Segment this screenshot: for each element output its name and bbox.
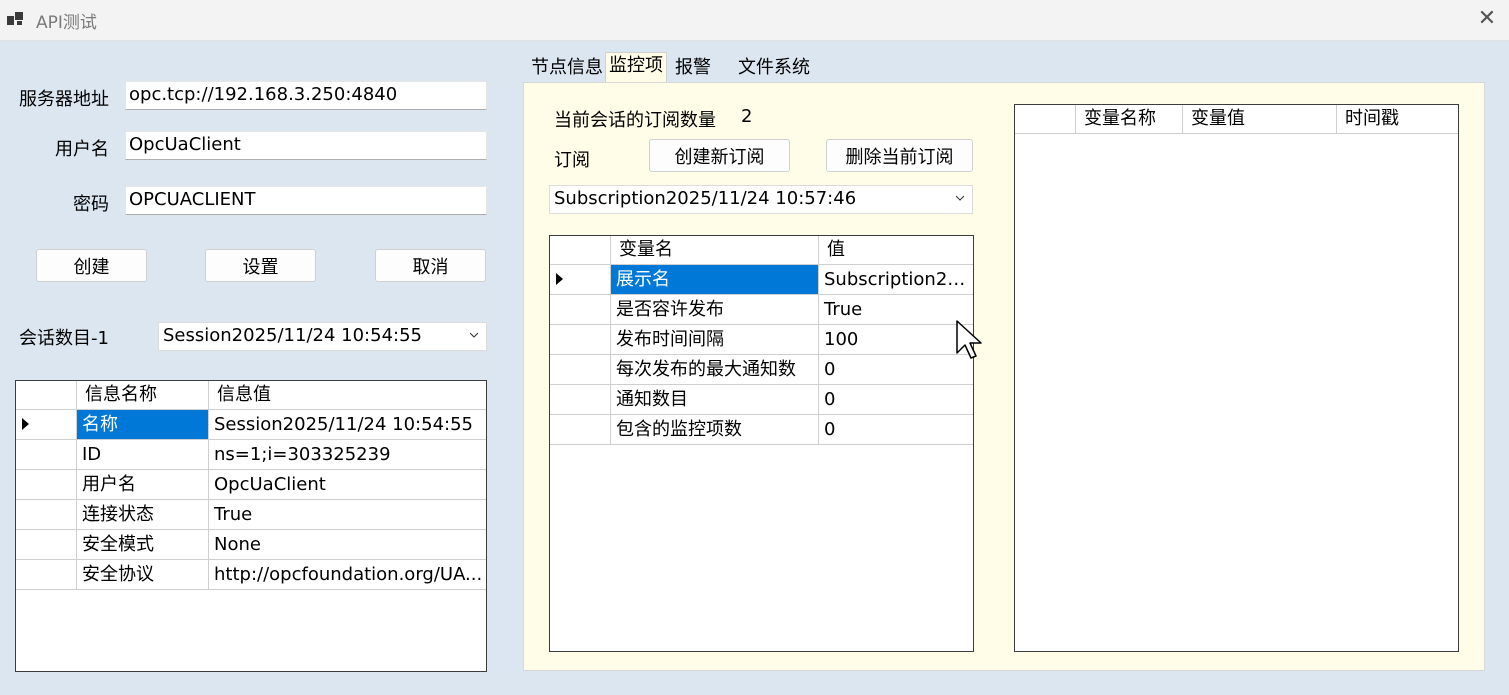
title-bar: API测试 ✕: [0, 0, 1509, 41]
table-cell[interactable]: 用户名: [77, 470, 209, 500]
create-session-button[interactable]: 创建: [36, 249, 147, 282]
subscription-info-grid[interactable]: 变量名 值 展示名 Subscription20... 是否容许发布 True …: [549, 235, 974, 652]
grid-corner: [16, 381, 77, 410]
monitored-items-grid[interactable]: 变量名称 变量值 时间戳: [1014, 104, 1459, 652]
current-row-arrow-icon: [22, 418, 29, 430]
username-input[interactable]: OpcUaClient: [125, 131, 487, 160]
row-header[interactable]: [550, 385, 611, 415]
tab-monitored-items[interactable]: 监控项: [605, 52, 667, 83]
table-cell[interactable]: None: [209, 530, 486, 560]
table-cell[interactable]: OpcUaClient: [209, 470, 486, 500]
row-header[interactable]: [16, 470, 77, 500]
column-header-variable-value[interactable]: 变量值: [1183, 105, 1337, 134]
row-header[interactable]: [16, 500, 77, 530]
table-cell[interactable]: True: [209, 500, 486, 530]
row-header[interactable]: [16, 530, 77, 560]
subscription-count-label: 当前会话的订阅数量: [554, 110, 716, 131]
mouse-cursor-icon: [956, 320, 982, 359]
table-cell[interactable]: 是否容许发布: [611, 295, 819, 325]
chevron-down-icon: [956, 195, 964, 201]
table-cell[interactable]: 每次发布的最大通知数: [611, 355, 819, 385]
password-input[interactable]: OPCUACLIENT: [125, 186, 487, 215]
subscription-select-value: Subscription2025/11/24 10:57:46: [554, 188, 857, 209]
table-cell[interactable]: 100: [819, 325, 973, 355]
table-cell[interactable]: http://opcfoundation.org/UA...: [209, 560, 486, 590]
table-cell[interactable]: True: [819, 295, 973, 325]
column-header-value[interactable]: 值: [819, 236, 973, 265]
row-header[interactable]: [550, 355, 611, 385]
app-icon: [7, 12, 23, 25]
grid-corner: [550, 236, 611, 265]
table-cell[interactable]: 0: [819, 415, 973, 445]
subscription-select[interactable]: Subscription2025/11/24 10:57:46: [549, 185, 973, 214]
tab-node-info[interactable]: 节点信息: [528, 55, 606, 82]
session-select-value: Session2025/11/24 10:54:55: [163, 325, 422, 346]
current-row-arrow-icon: [556, 273, 563, 285]
delete-subscription-button[interactable]: 删除当前订阅: [826, 139, 973, 172]
row-header[interactable]: [550, 295, 611, 325]
table-cell[interactable]: 通知数目: [611, 385, 819, 415]
window-title: API测试: [36, 13, 97, 33]
close-icon[interactable]: ✕: [1474, 6, 1500, 32]
table-cell[interactable]: 0: [819, 355, 973, 385]
table-cell[interactable]: ns=1;i=303325239: [209, 440, 486, 470]
row-header[interactable]: [550, 415, 611, 445]
table-cell[interactable]: 连接状态: [77, 500, 209, 530]
subscribe-label: 订阅: [554, 150, 590, 171]
table-cell[interactable]: 展示名: [611, 265, 819, 295]
cancel-button[interactable]: 取消: [375, 249, 486, 282]
grid-corner: [1015, 105, 1076, 134]
column-header-info-name[interactable]: 信息名称: [77, 381, 209, 410]
username-label: 用户名: [55, 139, 109, 160]
row-header[interactable]: [16, 560, 77, 590]
row-header-selected[interactable]: [16, 410, 77, 440]
table-cell[interactable]: 安全协议: [77, 560, 209, 590]
column-header-variable-name[interactable]: 变量名: [611, 236, 819, 265]
table-cell[interactable]: 包含的监控项数: [611, 415, 819, 445]
table-cell[interactable]: 名称: [77, 410, 209, 440]
create-subscription-button[interactable]: 创建新订阅: [649, 139, 790, 172]
tab-alarms[interactable]: 报警: [672, 55, 714, 82]
session-count-label: 会话数目-1: [19, 328, 109, 349]
server-address-label: 服务器地址: [19, 89, 109, 110]
tab-file-system[interactable]: 文件系统: [735, 55, 813, 82]
column-header-info-value[interactable]: 信息值: [209, 381, 486, 410]
row-header-selected[interactable]: [550, 265, 611, 295]
subscription-count-value: 2: [741, 106, 753, 127]
chevron-down-icon: [470, 332, 478, 338]
row-header[interactable]: [16, 440, 77, 470]
table-cell[interactable]: 发布时间间隔: [611, 325, 819, 355]
password-label: 密码: [73, 194, 109, 215]
session-select[interactable]: Session2025/11/24 10:54:55: [158, 322, 487, 351]
row-header[interactable]: [550, 325, 611, 355]
column-header-variable-name[interactable]: 变量名称: [1076, 105, 1183, 134]
table-cell[interactable]: ID: [77, 440, 209, 470]
session-info-grid[interactable]: 信息名称 信息值 名称 Session2025/11/24 10:54:55 I…: [15, 380, 487, 672]
table-cell[interactable]: Session2025/11/24 10:54:55: [209, 410, 486, 440]
column-header-timestamp[interactable]: 时间戳: [1337, 105, 1458, 134]
settings-button[interactable]: 设置: [205, 249, 316, 282]
table-cell[interactable]: Subscription20...: [819, 265, 973, 295]
table-cell[interactable]: 安全模式: [77, 530, 209, 560]
server-address-input[interactable]: opc.tcp://192.168.3.250:4840: [125, 81, 487, 110]
table-cell[interactable]: 0: [819, 385, 973, 415]
